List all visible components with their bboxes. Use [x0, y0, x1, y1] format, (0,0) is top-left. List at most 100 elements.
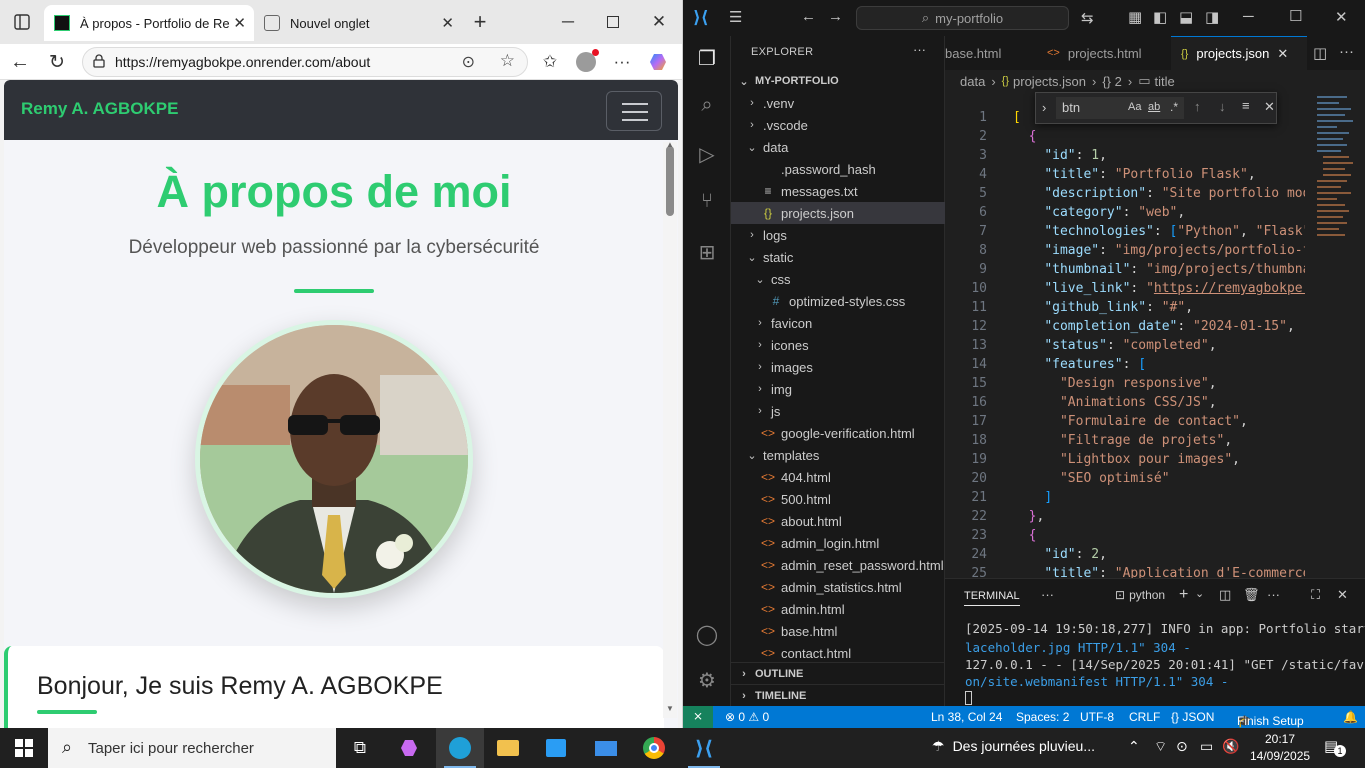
tree-file[interactable]: ≡ messages.txt	[731, 180, 945, 202]
meet-icon[interactable]: ⊙	[1176, 738, 1188, 755]
store-app-icon[interactable]	[532, 728, 580, 768]
split-editor-icon[interactable]: ◫	[1313, 44, 1327, 62]
vscode-app-icon[interactable]: ⟩⟨	[680, 728, 728, 768]
close-tab-icon[interactable]: ✕	[233, 14, 246, 32]
tree-file[interactable]: <> admin_statistics.html	[731, 576, 945, 598]
language-mode[interactable]: {} JSON	[1171, 710, 1214, 724]
breadcrumb-item[interactable]: title	[1155, 74, 1175, 89]
site-brand[interactable]: Remy A. AGBOKPE	[21, 99, 178, 119]
close-tab-icon[interactable]: ✕	[441, 14, 454, 32]
editor-tab-projects-html[interactable]: <> projects.html	[1037, 36, 1169, 70]
explorer-icon[interactable]: ❐	[695, 46, 719, 70]
restore-button[interactable]: ☐	[1289, 7, 1302, 25]
command-center[interactable]: ⌕ my-portfolio	[856, 6, 1069, 30]
chevron-right-icon[interactable]: ›	[1042, 100, 1046, 115]
breadcrumb-item[interactable]: data	[960, 74, 985, 89]
minimap[interactable]	[1309, 92, 1365, 578]
refresh-button[interactable]: ↻	[43, 48, 71, 76]
copilot-icon[interactable]	[645, 48, 673, 76]
chrome-app-icon[interactable]	[630, 728, 678, 768]
tree-folder[interactable]: › .venv	[731, 92, 945, 114]
tree-folder[interactable]: › .vscode	[731, 114, 945, 136]
outline-section[interactable]: › OUTLINE	[731, 662, 945, 684]
layout-icon[interactable]: ▦	[1128, 8, 1142, 26]
terminal-tab[interactable]: TERMINAL	[964, 590, 1020, 606]
tree-folder[interactable]: › img	[731, 378, 945, 400]
page-scrollbar[interactable]	[663, 142, 677, 718]
start-button[interactable]	[0, 728, 48, 768]
indentation[interactable]: Spaces: 2	[1016, 710, 1069, 724]
close-window-button[interactable]: ✕	[1335, 8, 1348, 26]
breadcrumb-item[interactable]: {} 2	[1102, 74, 1122, 89]
menu-icon[interactable]: ☰	[729, 8, 742, 26]
new-tab-button[interactable]: +	[466, 8, 494, 36]
profile-avatar[interactable]	[572, 48, 600, 76]
chevron-down-icon[interactable]: ⌄	[1195, 587, 1204, 600]
split-terminal-icon[interactable]: ◫	[1219, 587, 1231, 603]
new-terminal-icon[interactable]: +	[1179, 586, 1188, 604]
tree-folder[interactable]: › logs	[731, 224, 945, 246]
tree-file[interactable]: <> base.html	[731, 620, 945, 642]
find-in-selection-icon[interactable]: ≡	[1242, 98, 1250, 113]
breadcrumb-item[interactable]: projects.json	[1013, 74, 1086, 89]
tab-actions-icon[interactable]	[8, 8, 36, 36]
favorite-star-icon[interactable]: ☆	[500, 51, 515, 71]
tree-folder[interactable]: ⌄ css	[731, 268, 945, 290]
run-debug-icon[interactable]: ▷	[695, 142, 719, 166]
page-scrollbar-thumb[interactable]	[666, 146, 674, 216]
tree-folder[interactable]: ⌄ templates	[731, 444, 945, 466]
close-panel-icon[interactable]: ✕	[1337, 587, 1348, 603]
close-find-icon[interactable]: ✕	[1264, 99, 1275, 115]
more-menu-icon[interactable]: ···	[608, 48, 636, 76]
reader-icon[interactable]: ⊙	[462, 52, 475, 72]
previous-match-icon[interactable]: ↑	[1194, 99, 1201, 114]
nav-forward-icon[interactable]: →	[828, 8, 843, 25]
mail-app-icon[interactable]	[582, 728, 630, 768]
tree-file[interactable]: <> 404.html	[731, 466, 945, 488]
tree-file[interactable]: <> google-verification.html	[731, 422, 945, 444]
clock[interactable]: 20:17 14/09/2025	[1250, 731, 1310, 765]
battery-icon[interactable]: ▭	[1200, 738, 1213, 755]
edge-app-icon[interactable]	[436, 728, 484, 768]
notifications-icon[interactable]: 🔔	[1343, 710, 1358, 724]
tree-file[interactable]: <> contact.html	[731, 642, 945, 664]
maximize-button[interactable]	[599, 8, 627, 36]
tree-file[interactable]: <> 500.html	[731, 488, 945, 510]
terminal-more-icon[interactable]: ···	[1267, 587, 1280, 602]
terminal-shell-selector[interactable]: ⊡ python	[1115, 588, 1165, 602]
account-icon[interactable]: ◯	[695, 622, 719, 646]
maximize-panel-icon[interactable]: ⛶	[1311, 587, 1320, 603]
copilot-app-icon[interactable]	[386, 728, 434, 768]
remote-icon[interactable]: ⨯	[683, 706, 713, 728]
toggle-sidebar-icon[interactable]: ◧	[1153, 8, 1167, 26]
tree-folder[interactable]: › icones	[731, 334, 945, 356]
code-editor[interactable]: 1[2 {3 "id": 1, 4 "title": "Portfolio Fla…	[945, 108, 1305, 578]
extensions-icon[interactable]: ⊞	[695, 240, 719, 264]
timeline-section[interactable]: › TIMELINE	[731, 684, 945, 706]
weather-widget[interactable]: ☂ Des journées pluvieu...	[932, 738, 1095, 755]
editor-tab-base[interactable]: base.html	[935, 36, 1033, 70]
line-endings[interactable]: CRLF	[1129, 710, 1160, 724]
toggle-panel-icon[interactable]: ⬓	[1179, 8, 1193, 26]
tree-file[interactable]: # optimized-styles.css	[731, 290, 945, 312]
tree-folder[interactable]: › favicon	[731, 312, 945, 334]
close-window-button[interactable]: ✕	[645, 8, 673, 36]
back-button[interactable]: ←	[6, 48, 34, 76]
tree-file[interactable]: <> admin.html	[731, 598, 945, 620]
tree-file[interactable]: {} projects.json	[731, 202, 945, 224]
notification-center-icon[interactable]: ▤ 1	[1324, 737, 1346, 757]
editor-tab-projects-json[interactable]: {} projects.json ✕	[1171, 36, 1307, 70]
cursor-position[interactable]: Ln 38, Col 24	[931, 710, 1002, 724]
close-tab-icon[interactable]: ✕	[1277, 46, 1288, 62]
tree-folder[interactable]: › images	[731, 356, 945, 378]
editor-more-icon[interactable]: ···	[1339, 43, 1354, 60]
panel-more-icon[interactable]: ···	[1041, 587, 1054, 602]
scroll-down-arrow-icon[interactable]: ▼	[666, 704, 674, 713]
tree-folder[interactable]: ⌄ data	[731, 136, 945, 158]
tree-file[interactable]: <> about.html	[731, 510, 945, 532]
show-hidden-icons[interactable]: ⌃	[1128, 738, 1140, 755]
settings-gear-icon[interactable]: ⚙	[695, 668, 719, 692]
file-explorer-icon[interactable]	[484, 728, 532, 768]
tab-about[interactable]: À propos - Portfolio de Rem ✕	[44, 5, 254, 41]
scroll-up-arrow-icon[interactable]: ▲	[666, 140, 674, 149]
